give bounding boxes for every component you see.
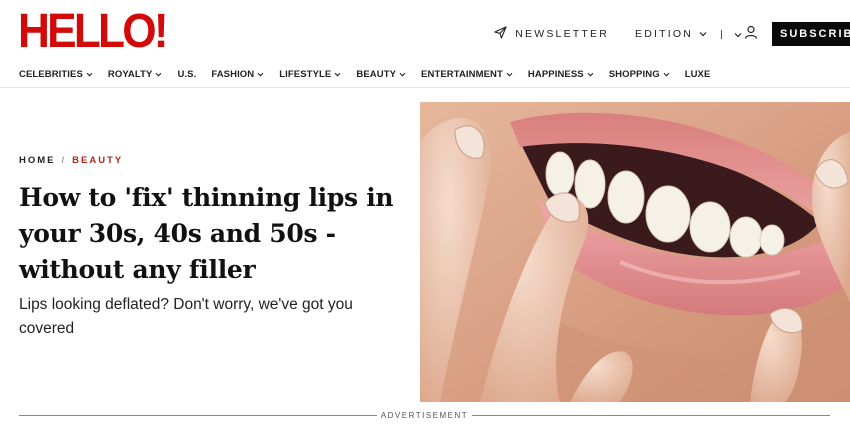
header-actions: NEWSLETTER EDITION SUBSCRIBE — [494, 22, 850, 46]
chevron-down-icon — [699, 28, 707, 40]
chevron-down-icon — [663, 69, 670, 80]
breadcrumb: HOME / BEAUTY — [19, 155, 123, 166]
nav-item-happiness[interactable]: HAPPINESS — [528, 69, 594, 80]
advertisement-label: ADVERTISEMENT — [380, 410, 469, 420]
newsletter-label: NEWSLETTER — [515, 28, 609, 40]
user-icon — [744, 25, 758, 44]
newsletter-link[interactable]: NEWSLETTER — [494, 26, 609, 42]
hello-logo[interactable]: HELLO! — [18, 8, 169, 56]
chevron-down-icon — [506, 69, 513, 80]
nav-item-label: LUXE — [684, 69, 711, 80]
nav-item-label: CELEBRITIES — [19, 69, 83, 80]
header-separator — [721, 29, 722, 39]
nav-item-label: SHOPPING — [608, 69, 660, 80]
chevron-down-icon — [399, 69, 406, 80]
breadcrumb-home[interactable]: HOME — [19, 155, 56, 166]
nav-item-u-s[interactable]: U.S. — [177, 69, 196, 80]
nav-item-beauty[interactable]: BEAUTY — [356, 69, 406, 80]
nav-item-royalty[interactable]: ROYALTY — [108, 69, 163, 80]
nav-item-luxe[interactable]: LUXE — [685, 69, 711, 80]
chevron-down-icon — [334, 69, 341, 80]
nav-item-celebrities[interactable]: CELEBRITIES — [19, 69, 93, 80]
chevron-down-icon — [86, 69, 93, 80]
chevron-down-icon — [155, 69, 162, 80]
edition-label: EDITION — [635, 28, 693, 40]
subscribe-button[interactable]: SUBSCRIBE — [772, 22, 850, 46]
edition-selector[interactable]: EDITION — [635, 28, 707, 40]
send-icon — [494, 26, 507, 42]
nav-item-fashion[interactable]: FASHION — [211, 69, 264, 80]
hero-image — [420, 102, 850, 402]
nav-item-label: BEAUTY — [356, 69, 397, 80]
nav-item-label: FASHION — [211, 69, 255, 80]
chevron-down-icon — [257, 69, 264, 80]
article-standfirst: Lips looking deflated? Don't worry, we'v… — [19, 296, 353, 337]
nav-item-label: U.S. — [177, 69, 197, 80]
breadcrumb-separator: / — [61, 155, 67, 166]
chevron-down-icon — [587, 69, 594, 80]
nav-item-entertainment[interactable]: ENTERTAINMENT — [421, 69, 513, 80]
nav-item-label: ROYALTY — [107, 69, 153, 80]
nav-item-label: HAPPINESS — [527, 69, 584, 80]
article-headline: How to 'fix' thinning lips in your 30s, … — [19, 183, 394, 284]
nav-item-lifestyle[interactable]: LIFESTYLE — [279, 69, 341, 80]
advertisement-divider: ADVERTISEMENT — [19, 409, 830, 421]
chevron-down-icon — [734, 25, 742, 43]
nav-item-label: ENTERTAINMENT — [421, 69, 503, 80]
account-menu[interactable] — [734, 25, 758, 44]
breadcrumb-category[interactable]: BEAUTY — [72, 155, 123, 166]
nav-item-shopping[interactable]: SHOPPING — [609, 69, 670, 80]
main-navigation: CELEBRITIES ROYALTY U.S. FASHION LIFESTYLE BE… — [19, 69, 725, 80]
nav-divider — [0, 87, 850, 88]
nav-item-label: LIFESTYLE — [279, 69, 332, 80]
